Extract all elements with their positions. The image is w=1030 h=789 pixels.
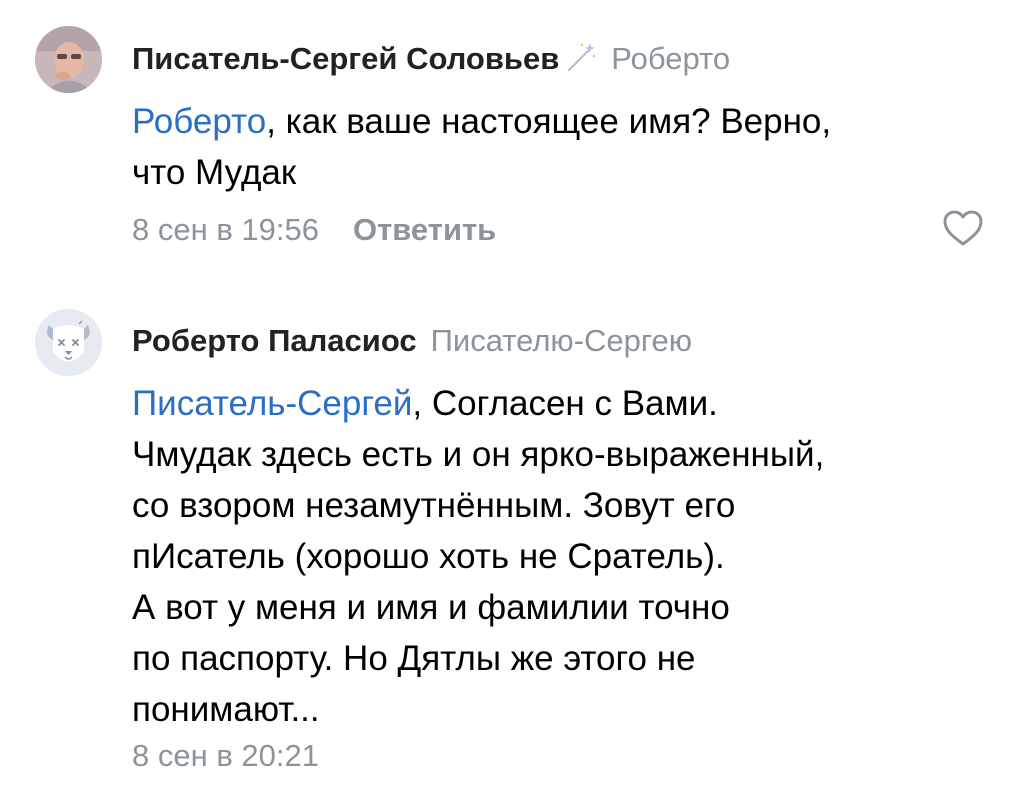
comment-text-line: Роберто, как ваше настоящее имя? Верно, <box>132 96 1002 147</box>
mention-link[interactable]: Писатель-Сергей <box>132 384 412 423</box>
comment-text-line: Писатель-Сергей, Согласен с Вами. <box>132 378 1002 429</box>
reply-to-name[interactable]: Роберто <box>611 41 730 76</box>
comment-text: Роберто, как ваше настоящее имя? Верно, … <box>132 96 1002 198</box>
comment-text-line: по паспорту. Но Дятлы же этого не <box>132 639 696 678</box>
reply-button[interactable]: Ответить <box>353 212 496 247</box>
comment-text-line: со взором незамутнённым. Зовут его <box>132 486 736 525</box>
text-fragment: , как ваше настоящее имя? Верно, <box>266 102 832 141</box>
comment-meta: 8 сен в 20:21 <box>132 738 319 774</box>
comment-text-line: Чмудак здесь есть и он ярко-выраженный, <box>132 435 825 474</box>
author-name[interactable]: Писатель-Сергей Соловьев <box>132 41 559 76</box>
comment-meta: 8 сен в 19:56 Ответить <box>132 212 496 248</box>
mention-link[interactable]: Роберто <box>132 102 266 141</box>
comment-text-line: пИсатель (хорошо хоть не Сратель). <box>132 537 725 576</box>
comment-text-line: что Мудак <box>132 153 297 192</box>
deactivated-dog-avatar-icon <box>35 309 102 376</box>
comment-text-line: А вот у меня и имя и фамилии точно <box>132 588 730 627</box>
comment-text: Писатель-Сергей, Согласен с Вами. Чмудак… <box>132 378 1002 735</box>
heart-outline-icon[interactable] <box>942 208 984 248</box>
author-name[interactable]: Роберто Паласиос <box>132 323 417 358</box>
comment-header: Роберто Паласиос Писателю-Сергею <box>132 323 692 359</box>
comment-text-line: понимают... <box>132 690 320 729</box>
user-photo-avatar <box>35 26 102 93</box>
comment-date: 8 сен в 19:56 <box>132 212 319 247</box>
comment-date: 8 сен в 20:21 <box>132 738 319 773</box>
magic-wand-icon <box>565 41 597 73</box>
reply-to-name[interactable]: Писателю-Сергею <box>431 323 692 358</box>
avatar[interactable] <box>35 309 102 376</box>
comment-header: Писатель-Сергей Соловьев Роберто <box>132 41 730 77</box>
avatar[interactable] <box>35 26 102 93</box>
text-fragment: , Согласен с Вами. <box>412 384 718 423</box>
